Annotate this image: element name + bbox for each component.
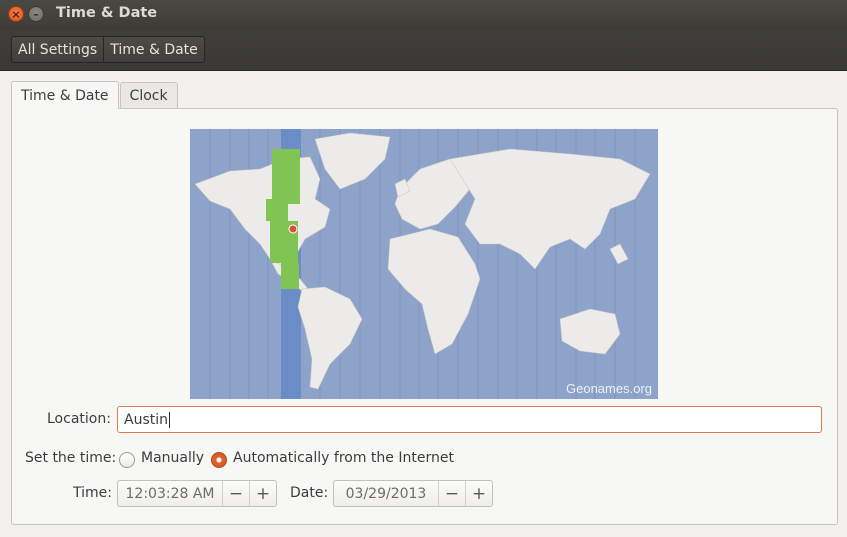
manually-radio[interactable] — [119, 452, 135, 468]
map-attribution: Geonames.org — [566, 381, 652, 396]
plus-icon: + — [471, 483, 487, 504]
tab-time-date[interactable]: Time & Date — [11, 81, 119, 109]
timezone-map[interactable]: Geonames.org — [190, 129, 658, 399]
minus-icon: − — [444, 483, 460, 504]
time-decrease-button[interactable]: − — [222, 481, 249, 506]
tab-strip: Time & Date Clock — [11, 81, 179, 109]
breadcrumb-all-settings[interactable]: All Settings — [12, 37, 103, 62]
breadcrumb: All Settings Time & Date — [11, 36, 205, 63]
date-spinbutton[interactable]: 03/29/2013 − + — [333, 480, 493, 507]
automatic-radio[interactable] — [211, 452, 227, 468]
minimize-window-button[interactable]: – — [28, 6, 44, 22]
close-icon: × — [11, 7, 21, 21]
tab-clock[interactable]: Clock — [119, 82, 178, 109]
date-label: Date: — [290, 485, 329, 501]
time-label: Time: — [73, 485, 112, 501]
time-value[interactable]: 12:03:28 AM — [118, 486, 222, 502]
time-increase-button[interactable]: + — [249, 481, 276, 506]
minus-icon: − — [228, 483, 244, 504]
plus-icon: + — [255, 483, 271, 504]
breadcrumb-time-date[interactable]: Time & Date — [103, 37, 204, 62]
close-window-button[interactable]: × — [8, 6, 24, 22]
location-input[interactable]: Austin — [117, 406, 822, 433]
minimize-icon: – — [33, 7, 39, 21]
text-caret — [169, 411, 170, 428]
title-bar: × – Time & Date — [0, 0, 847, 29]
time-spinbutton[interactable]: 12:03:28 AM − + — [117, 480, 277, 507]
automatic-label[interactable]: Automatically from the Internet — [233, 450, 454, 466]
date-value[interactable]: 03/29/2013 — [334, 486, 438, 502]
location-label: Location: — [47, 411, 111, 427]
location-value: Austin — [124, 411, 168, 428]
date-decrease-button[interactable]: − — [438, 481, 465, 506]
window-title: Time & Date — [56, 5, 158, 21]
date-increase-button[interactable]: + — [465, 481, 492, 506]
manually-label[interactable]: Manually — [141, 450, 204, 466]
set-time-label: Set the time: — [25, 450, 117, 466]
toolbar: All Settings Time & Date — [0, 29, 847, 71]
